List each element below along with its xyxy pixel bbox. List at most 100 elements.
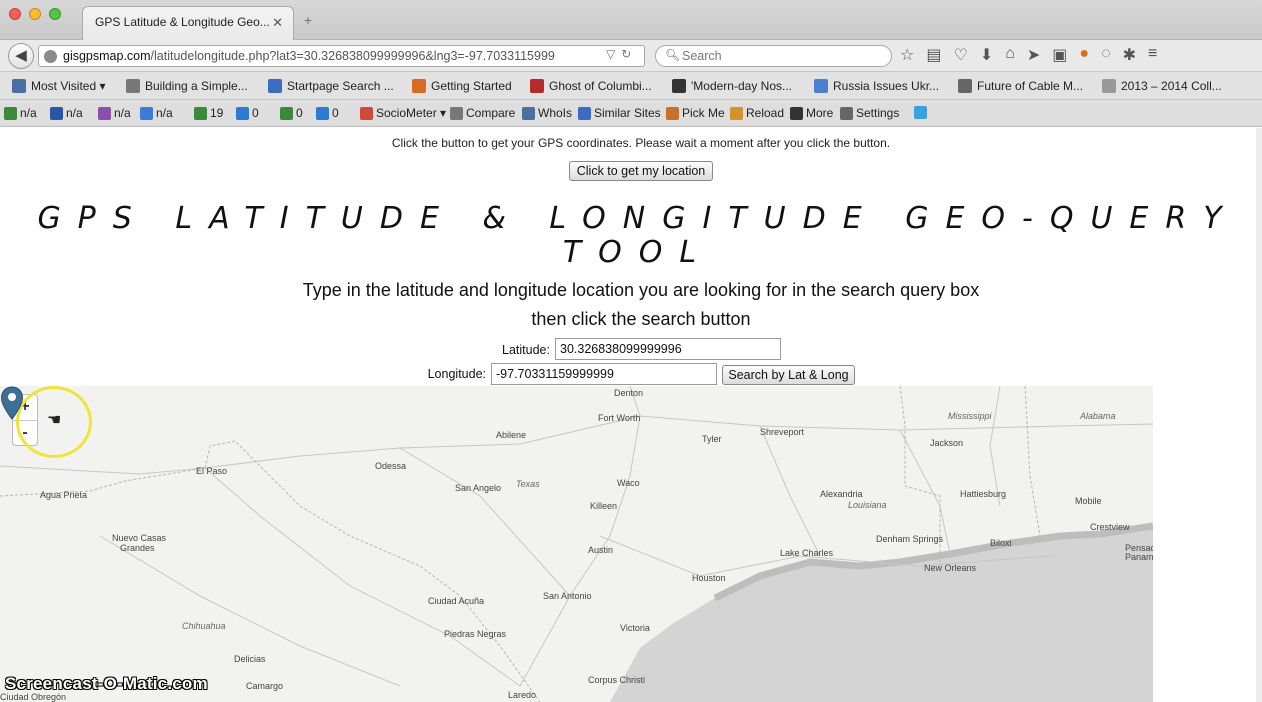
zoom-window-button[interactable] — [49, 8, 61, 20]
bookmark-label: 'Modern-day Nos... — [691, 79, 792, 93]
map-place-label: Abilene — [496, 430, 527, 440]
firefox-icon[interactable]: ● — [1079, 45, 1089, 67]
map-place-label: Jackson — [930, 438, 964, 448]
search-by-lat-long-button[interactable]: Search by Lat & Long — [722, 365, 855, 385]
seo-toolbar-item[interactable]: WhoIs — [522, 106, 572, 120]
seo-toolbar-item[interactable]: Compare — [450, 106, 515, 120]
back-button[interactable]: ◀ — [8, 43, 34, 69]
tab-bar: GPS Latitude & Longitude Geo... ✕ + — [0, 0, 1262, 40]
seo-toolbar-item[interactable]: Similar Sites — [578, 106, 661, 120]
bookmark-item[interactable]: Ghost of Columbi... — [530, 79, 652, 93]
navigation-bar: ◀ gisgpsmap.com/latitudelongitude.php?la… — [0, 40, 1262, 72]
latitude-input[interactable] — [555, 338, 781, 360]
longitude-input[interactable] — [491, 363, 717, 385]
toolbar-icons: ☆ ▤ ♡ ⬇ ⌂ ➤ ▣ ● ◌ ✱ ≡ — [900, 45, 1157, 67]
seo-tool-label: n/a — [156, 106, 173, 120]
seo-tool-icon — [730, 106, 743, 120]
bookmark-item[interactable]: 2013 – 2014 Coll... — [1102, 79, 1222, 93]
chat-icon[interactable]: ◌ — [1101, 45, 1111, 67]
map-place-label: Texas — [516, 479, 540, 489]
seo-tool-icon — [316, 106, 329, 120]
latitude-label: Latitude: — [502, 343, 550, 357]
map-canvas[interactable]: Denton Fort Worth Abilene Tyler Shreveport Mi… — [0, 386, 1153, 702]
seo-toolbar-item[interactable] — [914, 106, 927, 119]
seo-tool-label: 0 — [252, 106, 259, 120]
scrollbar-track[interactable] — [1256, 128, 1262, 702]
seo-toolbar-item[interactable]: 0 — [316, 106, 339, 120]
map-place-label: Delicias — [234, 654, 266, 664]
bookmark-favicon-icon — [268, 79, 282, 93]
new-tab-button[interactable]: + — [304, 12, 312, 28]
addon-icon[interactable]: ✱ — [1123, 45, 1136, 67]
url-bar[interactable]: gisgpsmap.com/latitudelongitude.php?lat3… — [38, 45, 645, 67]
bookmark-star-icon[interactable]: ☆ — [900, 45, 914, 67]
map-place-label: Austin — [588, 545, 614, 555]
menu-icon[interactable]: ≡ — [1148, 45, 1157, 67]
search-placeholder: Search — [682, 49, 722, 63]
map-place-label: Denham Springs — [876, 534, 944, 544]
tab-close-icon[interactable]: ✕ — [272, 15, 283, 31]
seo-toolbar-item[interactable]: More — [790, 106, 833, 120]
seo-toolbar-item[interactable]: 0 — [280, 106, 303, 120]
get-location-button[interactable]: Click to get my location — [569, 161, 713, 181]
bookmark-item[interactable]: Getting Started — [412, 79, 512, 93]
seo-toolbar-item[interactable]: Pick Me — [666, 106, 725, 120]
screenshot-icon[interactable]: ▣ — [1052, 45, 1067, 67]
map-place-label: Denton — [614, 388, 644, 398]
seo-toolbar-item[interactable]: Reload — [730, 106, 784, 120]
bookmark-label: Future of Cable M... — [977, 79, 1084, 93]
seo-toolbar-item[interactable]: 0 — [236, 106, 259, 120]
seo-tool-label: Compare — [466, 106, 516, 120]
tab-title: GPS Latitude & Longitude Geo... — [95, 15, 270, 29]
bookmark-item[interactable]: Future of Cable M... — [958, 79, 1083, 93]
map-base — [0, 386, 1153, 702]
download-icon[interactable]: ⬇ — [980, 45, 993, 67]
url-dropdown-icon[interactable]: ▽ — [606, 47, 621, 61]
seo-tool-label: Pick Me — [682, 106, 725, 120]
map-place-label: Corpus Christi — [588, 675, 646, 685]
seo-tool-icon — [360, 106, 373, 120]
seo-toolbar-item[interactable]: Settings — [840, 106, 899, 120]
map-place-label: Nuevo Casas — [112, 533, 167, 543]
tab-active[interactable]: GPS Latitude & Longitude Geo... ✕ — [82, 6, 294, 40]
longitude-label: Longitude: — [427, 367, 486, 381]
share-icon[interactable]: ➤ — [1027, 45, 1040, 67]
map-place-label: Mobile — [1075, 496, 1102, 506]
bookmark-item[interactable]: Building a Simple... — [126, 79, 248, 93]
seo-tool-label: 0 — [296, 106, 303, 120]
home-icon[interactable]: ⌂ — [1005, 45, 1015, 67]
pocket-icon[interactable]: ♡ — [953, 45, 967, 67]
bookmark-item[interactable]: Startpage Search ... — [268, 79, 394, 93]
seo-tool-icon — [840, 106, 853, 120]
site-identity-icon[interactable] — [44, 50, 57, 63]
bookmark-item[interactable]: Russia Issues Ukr... — [814, 79, 939, 93]
seo-toolbar-item[interactable]: n/a — [50, 106, 83, 120]
seo-toolbar-item[interactable]: n/a — [140, 106, 173, 120]
map-place-label: Grandes — [120, 543, 155, 553]
seo-tool-label: Reload — [746, 106, 785, 120]
map-place-label: Killeen — [590, 501, 618, 511]
location-marker-icon[interactable] — [0, 386, 24, 420]
seo-tool-label: WhoIs — [538, 106, 573, 120]
close-window-button[interactable] — [9, 8, 21, 20]
reading-list-icon[interactable]: ▤ — [926, 45, 941, 67]
map-place-label: Alexandria — [820, 489, 863, 499]
seo-toolbar: n/a n/a n/a n/a 19 0 0 0 SocioMeter ▾ Compare WhoI… — [0, 100, 1262, 127]
seo-toolbar-item[interactable]: n/a — [98, 106, 131, 120]
map-place-label: Hattiesburg — [960, 489, 1007, 499]
seo-tool-label: n/a — [20, 106, 37, 120]
minimize-window-button[interactable] — [29, 8, 41, 20]
bookmark-item[interactable]: 'Modern-day Nos... — [672, 79, 792, 93]
seo-tool-label: Settings — [856, 106, 900, 120]
seo-toolbar-item[interactable]: 19 — [194, 106, 223, 120]
bookmark-item[interactable]: Most Visited ▾ — [12, 79, 106, 93]
search-input[interactable]: 🔍︎ Search — [655, 45, 892, 67]
reload-icon[interactable]: ↻ — [621, 47, 637, 61]
bookmark-favicon-icon — [814, 79, 828, 93]
seo-toolbar-item[interactable]: SocioMeter ▾ — [360, 106, 446, 120]
bookmarks-bar: Most Visited ▾ Building a Simple... Startp… — [0, 72, 1262, 100]
instruction-line-2: then click the search button — [531, 309, 751, 329]
seo-tool-icon — [578, 106, 591, 120]
map-place-label: Louisiana — [848, 500, 887, 510]
seo-toolbar-item[interactable]: n/a — [4, 106, 37, 120]
